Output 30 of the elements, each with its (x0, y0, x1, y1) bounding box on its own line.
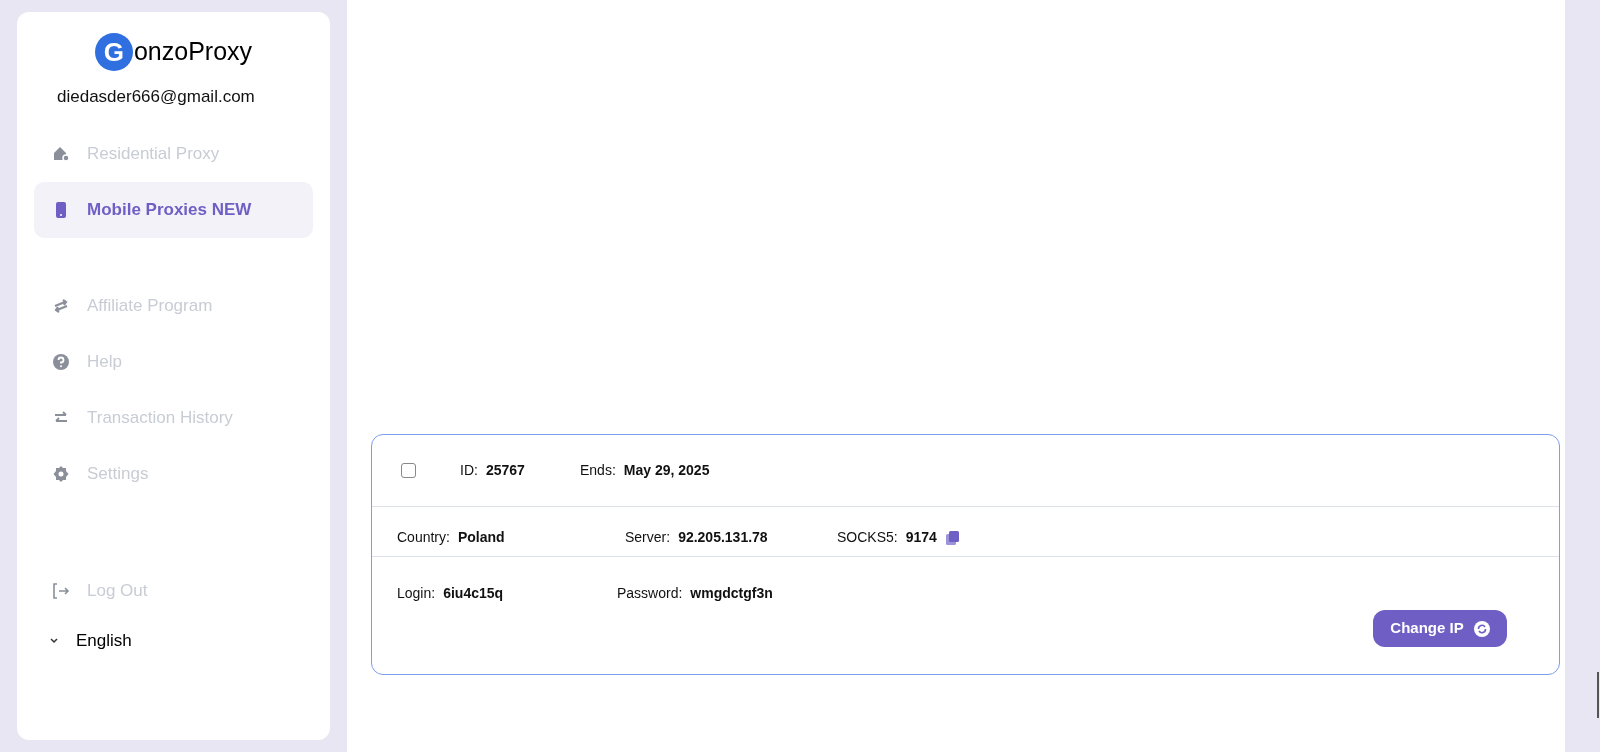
scrollbar-thumb[interactable] (1597, 672, 1599, 718)
refresh-icon (1473, 620, 1490, 637)
copy-icon[interactable] (944, 529, 961, 546)
row-checkbox[interactable] (401, 463, 416, 478)
field-label: Login: (397, 584, 436, 603)
user-email: diedasder666@gmail.com (57, 86, 255, 108)
arrows-icon (52, 296, 70, 315)
field-value: 9174 (905, 528, 937, 547)
field-label: Password: (617, 584, 683, 603)
field-value: May 29, 2025 (623, 461, 710, 480)
field-label: ID: (460, 461, 478, 480)
field-value: 6iu4c15q (443, 584, 504, 603)
field-value: wmgdctgf3n (690, 584, 773, 603)
nav-item[interactable]: Mobile Proxies NEW (34, 181, 313, 238)
field-label: Server: (625, 528, 671, 547)
logo-mark: G (94, 33, 133, 71)
language-selector[interactable]: English (34, 619, 313, 663)
field-label: Country: (397, 528, 450, 547)
change-ip-button[interactable]: Change IP (1373, 610, 1507, 647)
field-label: SOCKS5: (837, 528, 898, 547)
field-value: 92.205.131.78 (678, 528, 768, 547)
field-value: 25767 (485, 461, 525, 480)
field-label: Ends: (580, 461, 616, 480)
help-icon (52, 352, 70, 371)
chevron-down-icon (48, 637, 60, 645)
logout-icon (52, 582, 70, 600)
field-value: Poland (457, 528, 505, 547)
logo-text: onzoProxy (133, 36, 253, 68)
house-icon (52, 144, 70, 163)
settings-icon (52, 464, 70, 483)
